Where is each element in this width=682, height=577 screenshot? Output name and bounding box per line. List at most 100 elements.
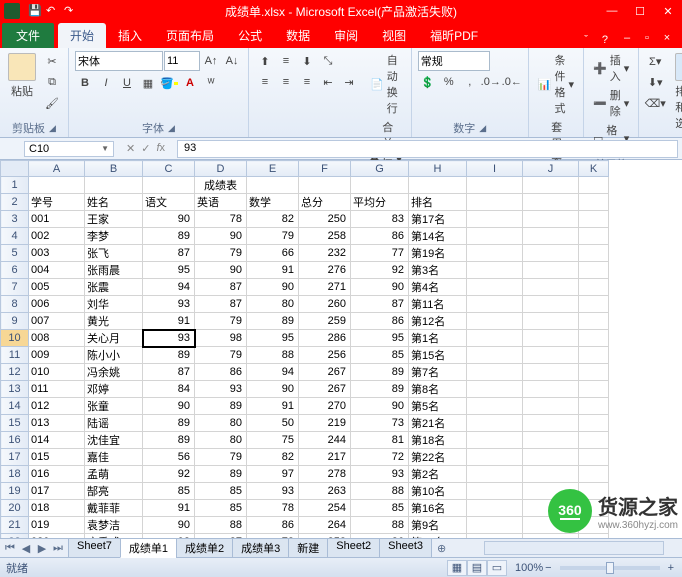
cell-I8[interactable]: [467, 296, 523, 313]
cell-J14[interactable]: [523, 398, 579, 415]
cell-C2[interactable]: 语文: [143, 194, 195, 211]
row-header-20[interactable]: 20: [1, 500, 29, 517]
cell-B16[interactable]: 沈佳宜: [85, 432, 143, 449]
cell-D1[interactable]: 成绩表: [195, 177, 247, 194]
help-icon[interactable]: ?: [598, 32, 612, 48]
italic-button[interactable]: I: [96, 73, 116, 93]
cell-E12[interactable]: 94: [247, 364, 299, 381]
row-header-10[interactable]: 10: [1, 330, 29, 347]
cell-J1[interactable]: [523, 177, 579, 194]
phonetic-button[interactable]: ᵂ: [201, 73, 221, 93]
cell-J18[interactable]: [523, 466, 579, 483]
cell-D4[interactable]: 90: [195, 228, 247, 245]
cell-J19[interactable]: [523, 483, 579, 500]
cell-G4[interactable]: 86: [351, 228, 409, 245]
cell-I5[interactable]: [467, 245, 523, 262]
view-layout-button[interactable]: ▤: [467, 560, 487, 576]
font-launcher[interactable]: ◢: [168, 123, 175, 134]
cell-A3[interactable]: 001: [29, 211, 85, 228]
name-box[interactable]: C10 ▼: [24, 141, 114, 157]
tab-foxit[interactable]: 福昕PDF: [418, 23, 490, 48]
cell-I11[interactable]: [467, 347, 523, 364]
cell-A6[interactable]: 004: [29, 262, 85, 279]
sheet-tab-2[interactable]: 成绩单2: [176, 539, 233, 558]
cell-H11[interactable]: 第15名: [409, 347, 467, 364]
cell-J22[interactable]: [523, 534, 579, 539]
cell-G19[interactable]: 88: [351, 483, 409, 500]
name-box-dropdown-icon[interactable]: ▼: [101, 144, 109, 153]
percent-button[interactable]: %: [439, 72, 459, 92]
cell-E9[interactable]: 89: [247, 313, 299, 330]
cell-F17[interactable]: 217: [299, 449, 351, 466]
cell-F16[interactable]: 244: [299, 432, 351, 449]
row-header-12[interactable]: 12: [1, 364, 29, 381]
cell-C20[interactable]: 91: [143, 500, 195, 517]
spreadsheet-grid[interactable]: ABCDEFGHIJK1成绩表2学号姓名语文英语数学总分平均分排名3001王家9…: [0, 160, 682, 538]
cell-B2[interactable]: 姓名: [85, 194, 143, 211]
column-header-C[interactable]: C: [143, 161, 195, 177]
sheet-nav-prev[interactable]: ◀: [18, 542, 34, 555]
cell-G1[interactable]: [351, 177, 409, 194]
cell-C14[interactable]: 90: [143, 398, 195, 415]
cell-F1[interactable]: [299, 177, 351, 194]
cell-C11[interactable]: 89: [143, 347, 195, 364]
delete-cells-button[interactable]: ➖删除▾: [590, 86, 632, 120]
copy-button[interactable]: ⧉: [42, 72, 62, 92]
align-bottom-button[interactable]: ⬇: [297, 51, 317, 71]
sheet-tab-1[interactable]: 成绩单1: [120, 539, 177, 558]
column-header-B[interactable]: B: [85, 161, 143, 177]
cell-K17[interactable]: [579, 449, 609, 466]
cell-G9[interactable]: 86: [351, 313, 409, 330]
row-header-17[interactable]: 17: [1, 449, 29, 466]
cell-K8[interactable]: [579, 296, 609, 313]
cell-E19[interactable]: 93: [247, 483, 299, 500]
cell-H21[interactable]: 第9名: [409, 517, 467, 534]
cell-B12[interactable]: 冯余姚: [85, 364, 143, 381]
cell-C8[interactable]: 93: [143, 296, 195, 313]
column-header-K[interactable]: K: [579, 161, 609, 177]
cell-H18[interactable]: 第2名: [409, 466, 467, 483]
cell-E11[interactable]: 88: [247, 347, 299, 364]
sheet-tab-6[interactable]: Sheet3: [379, 539, 432, 558]
cell-H20[interactable]: 第16名: [409, 500, 467, 517]
cell-H1[interactable]: [409, 177, 467, 194]
cell-B14[interactable]: 张童: [85, 398, 143, 415]
row-header-1[interactable]: 1: [1, 177, 29, 194]
align-right-button[interactable]: ≡: [297, 72, 317, 92]
paste-button[interactable]: 粘贴: [6, 51, 38, 101]
save-icon[interactable]: 💾: [28, 4, 42, 18]
cell-F15[interactable]: 219: [299, 415, 351, 432]
cell-A1[interactable]: [29, 177, 85, 194]
clipboard-launcher[interactable]: ◢: [49, 123, 56, 134]
conditional-format-button[interactable]: 📊条件格式▾: [535, 51, 577, 117]
cell-A13[interactable]: 011: [29, 381, 85, 398]
cell-B22[interactable]: 庄秀成: [85, 534, 143, 539]
mdi-restore-button[interactable]: ▫: [638, 30, 656, 46]
cell-C1[interactable]: [143, 177, 195, 194]
cell-D12[interactable]: 86: [195, 364, 247, 381]
align-middle-button[interactable]: ≡: [276, 51, 296, 71]
cell-F11[interactable]: 256: [299, 347, 351, 364]
cell-A20[interactable]: 018: [29, 500, 85, 517]
fx-icon[interactable]: fx: [156, 142, 165, 155]
tab-data[interactable]: 数据: [274, 23, 322, 48]
cell-G5[interactable]: 77: [351, 245, 409, 262]
row-header-14[interactable]: 14: [1, 398, 29, 415]
cell-H9[interactable]: 第12名: [409, 313, 467, 330]
cell-F20[interactable]: 254: [299, 500, 351, 517]
cell-A12[interactable]: 010: [29, 364, 85, 381]
cell-J21[interactable]: [523, 517, 579, 534]
cell-H3[interactable]: 第17名: [409, 211, 467, 228]
cell-H2[interactable]: 排名: [409, 194, 467, 211]
cell-C22[interactable]: 93: [143, 534, 195, 539]
cell-K5[interactable]: [579, 245, 609, 262]
cell-F13[interactable]: 267: [299, 381, 351, 398]
tab-view[interactable]: 视图: [370, 23, 418, 48]
cell-C10[interactable]: 93: [143, 330, 195, 347]
cell-D20[interactable]: 85: [195, 500, 247, 517]
minimize-button[interactable]: —: [598, 0, 626, 22]
cell-I19[interactable]: [467, 483, 523, 500]
font-name-select[interactable]: [75, 51, 163, 71]
close-button[interactable]: ✕: [654, 0, 682, 22]
cell-F22[interactable]: 258: [299, 534, 351, 539]
